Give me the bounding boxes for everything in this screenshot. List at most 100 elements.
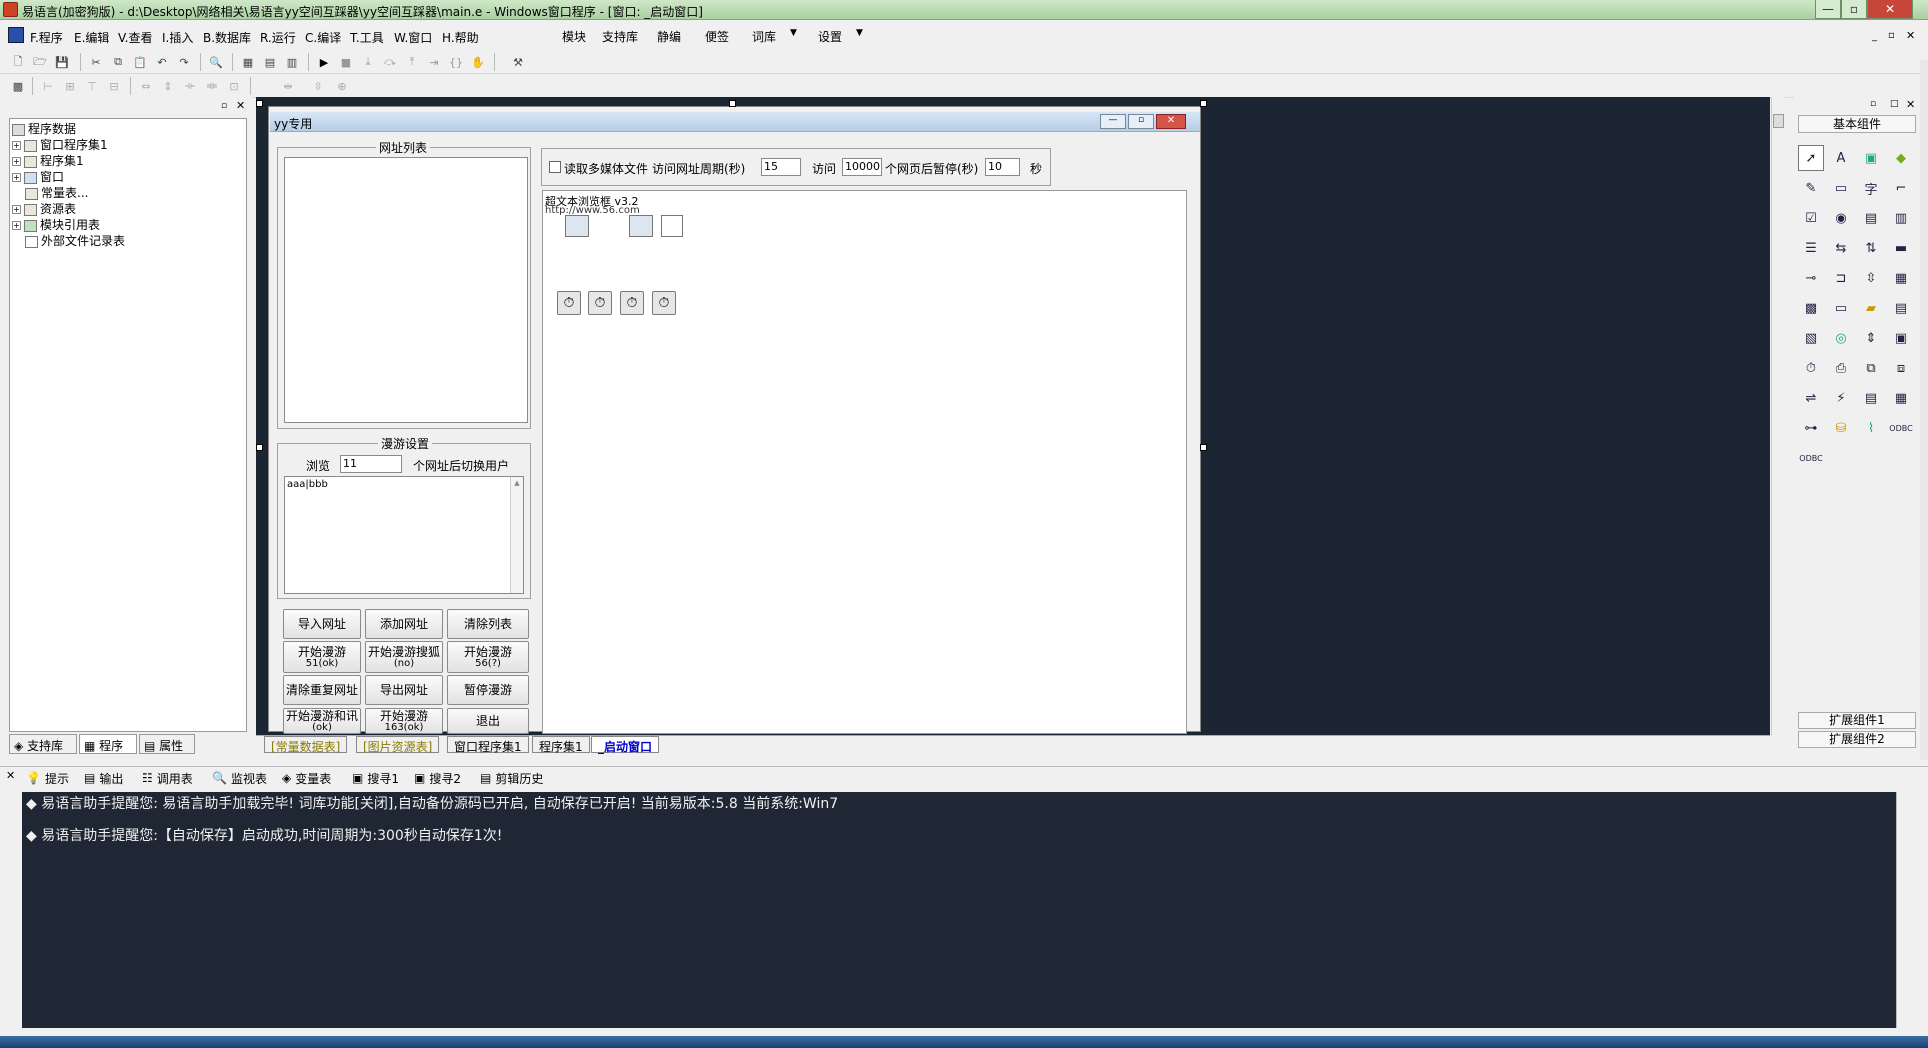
- chart-icon[interactable]: ⌇: [1858, 415, 1884, 441]
- tree-item-assembly[interactable]: + 程序集1: [12, 153, 246, 169]
- pin-icon[interactable]: ▫: [1870, 99, 1876, 109]
- output-panel[interactable]: ◆ 易语言助手提醒您: 易语言助手加载完毕! 词库功能[关闭],自动备份源码已开…: [22, 792, 1896, 1028]
- data-source-icon[interactable]: ⧉: [1858, 355, 1884, 381]
- tab-window-assembly[interactable]: 窗口程序集1: [447, 736, 529, 754]
- menu-thesaurus[interactable]: 词库: [752, 28, 776, 45]
- restore-button[interactable]: ▫: [1841, 0, 1867, 19]
- roam-textarea[interactable]: aaa|bbb: [284, 476, 524, 594]
- tree-item-constants[interactable]: 常量表...: [25, 185, 246, 201]
- redo-icon[interactable]: ↷: [176, 54, 192, 70]
- resize-handle[interactable]: [256, 100, 263, 107]
- chevron-down-icon[interactable]: ▼: [790, 28, 797, 38]
- visit-period-input[interactable]: 15: [761, 158, 801, 176]
- menu-program[interactable]: F.程序: [30, 29, 63, 46]
- adjuster-icon[interactable]: ⇕: [1858, 325, 1884, 351]
- import-url-button[interactable]: 导入网址: [283, 609, 361, 639]
- undo-icon[interactable]: ↶: [154, 54, 170, 70]
- start-roam-hexun-button[interactable]: 开始漫游和讯 (ok): [283, 708, 361, 734]
- blank-component[interactable]: [661, 215, 683, 237]
- menu-window[interactable]: W.窗口: [394, 29, 432, 46]
- mdi-close-icon[interactable]: ✕: [1906, 29, 1915, 42]
- menu-help[interactable]: H.帮助: [442, 29, 479, 46]
- expand-icon[interactable]: +: [12, 221, 21, 230]
- textarea-scrollbar[interactable]: ▲: [510, 477, 523, 593]
- odbc-source-icon[interactable]: ODBC: [1798, 445, 1824, 471]
- drive-box-icon[interactable]: ▭: [1828, 295, 1854, 321]
- checkbox-icon[interactable]: ☑: [1798, 205, 1824, 231]
- step-over-icon[interactable]: ⤼: [382, 54, 398, 70]
- clear-list-button[interactable]: 清除列表: [447, 609, 529, 639]
- tree-item-resources[interactable]: + 资源表: [12, 201, 246, 217]
- same-height-icon[interactable]: ⇕: [160, 78, 176, 94]
- close-icon[interactable]: ✕: [1906, 98, 1915, 111]
- label-icon[interactable]: A: [1828, 145, 1854, 171]
- menu-support-lib[interactable]: 支持库: [602, 28, 638, 45]
- menu-edit[interactable]: E.编辑: [74, 29, 109, 46]
- grid-icon[interactable]: ▦: [1888, 385, 1914, 411]
- chevron-down-icon[interactable]: ▼: [856, 28, 863, 38]
- tab-constants[interactable]: [常量数据表]: [264, 736, 348, 754]
- tab-assembly[interactable]: 程序集1: [532, 736, 590, 754]
- common-dialog-icon[interactable]: ▣: [1888, 325, 1914, 351]
- tree-item-window-assembly[interactable]: + 窗口程序集1: [12, 137, 246, 153]
- form-close-button[interactable]: ✕: [1156, 114, 1186, 129]
- tab-startup-window[interactable]: _启动窗口: [591, 736, 660, 754]
- step-into-icon[interactable]: ⤓: [360, 54, 376, 70]
- design-scrollbar[interactable]: [1771, 97, 1785, 735]
- tab-search1[interactable]: ▣ 搜寻1: [352, 769, 399, 787]
- tab-clip-history[interactable]: ▤ 剪辑历史: [480, 769, 543, 787]
- tab-output[interactable]: ▤ 输出: [84, 769, 123, 787]
- basic-components-header[interactable]: 基本组件: [1798, 115, 1916, 133]
- exit-button[interactable]: 退出: [447, 708, 529, 734]
- space-horizontal-icon[interactable]: ⟛: [182, 78, 198, 94]
- menu-tools[interactable]: T.工具: [350, 29, 384, 46]
- save-icon[interactable]: 💾: [54, 54, 70, 70]
- hand-icon[interactable]: ✋: [470, 54, 486, 70]
- clock-icon[interactable]: ⏱: [1798, 355, 1824, 381]
- start-roam-163-button[interactable]: 开始漫游 163(ok): [365, 708, 443, 734]
- center-both-icon[interactable]: ⊕: [334, 78, 350, 94]
- tab-image-resources[interactable]: [图片资源表]: [356, 736, 440, 754]
- copy-icon[interactable]: ⧉: [110, 54, 126, 70]
- tab-support-lib[interactable]: ◈ 支持库: [9, 734, 77, 754]
- center-horizontal-icon[interactable]: ⇹: [280, 78, 296, 94]
- slider-icon[interactable]: ⊸: [1798, 265, 1824, 291]
- mdi-restore-icon[interactable]: ▫: [1888, 30, 1895, 41]
- tab-search2[interactable]: ▣ 搜寻2: [414, 769, 461, 787]
- cut-icon[interactable]: ✂: [88, 54, 104, 70]
- menu-compile[interactable]: C.编译: [305, 29, 341, 46]
- new-file-icon[interactable]: 🗋: [10, 54, 26, 70]
- timer-icon[interactable]: ⏱: [588, 291, 612, 315]
- tab-control-icon[interactable]: ⊐: [1828, 265, 1854, 291]
- tree-item-module-refs[interactable]: + 模块引用表: [12, 217, 246, 233]
- add-url-button[interactable]: 添加网址: [365, 609, 443, 639]
- minimize-button[interactable]: —: [1815, 0, 1841, 19]
- mdi-minimize-icon[interactable]: _: [1872, 31, 1877, 42]
- align-left-icon[interactable]: ⊢: [40, 78, 56, 94]
- combo-box-icon[interactable]: ▤: [1858, 205, 1884, 231]
- menu-note[interactable]: 便签: [705, 28, 729, 45]
- form-minimize-button[interactable]: —: [1100, 114, 1126, 129]
- database-icon[interactable]: ⛁: [1828, 415, 1854, 441]
- same-size-icon[interactable]: ⊡: [226, 78, 242, 94]
- menu-view[interactable]: V.查看: [118, 29, 152, 46]
- float-icon[interactable]: □: [1890, 99, 1899, 109]
- resize-handle[interactable]: [256, 444, 263, 451]
- form-maximize-button[interactable]: ▫: [1128, 114, 1154, 129]
- step-out-icon[interactable]: ⤒: [404, 54, 420, 70]
- export-url-button[interactable]: 导出网址: [365, 675, 443, 705]
- tab-program[interactable]: ▦ 程序: [79, 734, 137, 754]
- scroll-thumb[interactable]: [1773, 114, 1784, 128]
- folder-box-icon[interactable]: ▰: [1858, 295, 1884, 321]
- window-component-icon[interactable]: [565, 215, 589, 237]
- window-component-icon[interactable]: [629, 215, 653, 237]
- group-box-icon[interactable]: ▭: [1828, 175, 1854, 201]
- edit-box-icon[interactable]: ✎: [1798, 175, 1824, 201]
- pointer-icon[interactable]: ➚: [1798, 145, 1824, 171]
- hyperlink-icon[interactable]: ◎: [1828, 325, 1854, 351]
- expand-icon[interactable]: +: [12, 205, 21, 214]
- paste-icon[interactable]: 📋: [132, 54, 148, 70]
- align-top-icon[interactable]: ⊤: [84, 78, 100, 94]
- extension-components-2[interactable]: 扩展组件2: [1798, 731, 1916, 748]
- menu-insert[interactable]: I.插入: [162, 29, 193, 46]
